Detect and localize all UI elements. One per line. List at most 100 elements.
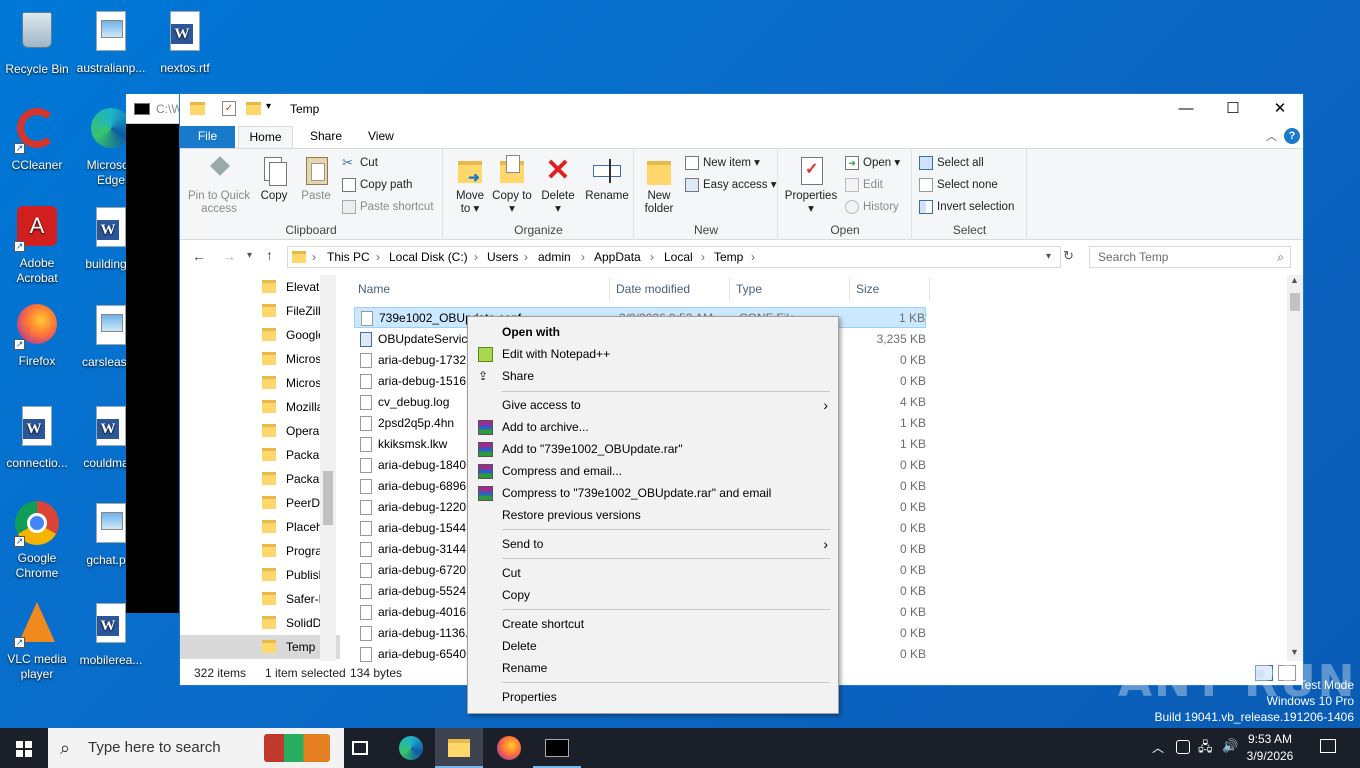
customize-qat-icon[interactable]: ▾: [266, 101, 271, 112]
column-size[interactable]: Size: [852, 277, 930, 301]
close-button[interactable]: ✕: [1257, 94, 1303, 124]
desktop-icon-adobe[interactable]: A ↗ Adobe Acrobat: [0, 204, 74, 286]
tab-view[interactable]: View: [354, 126, 408, 148]
copy-icon: [258, 155, 290, 187]
menu-rename[interactable]: Rename: [468, 657, 838, 679]
up-arrow-icon[interactable]: ↑: [266, 247, 273, 263]
menu-delete[interactable]: Delete: [468, 635, 838, 657]
invert-selection-button[interactable]: Invert selection: [917, 197, 1014, 217]
paste-button[interactable]: Paste: [296, 155, 336, 203]
tray-chevron-icon[interactable]: ︿: [1152, 739, 1164, 756]
taskbar-clock[interactable]: 9:53 AM 3/9/2026: [1240, 731, 1300, 765]
desktop-icon-firefox[interactable]: ↗ Firefox: [0, 302, 74, 369]
refresh-icon[interactable]: ↻: [1063, 248, 1074, 264]
column-type[interactable]: Type: [732, 277, 850, 301]
address-box[interactable]: › This PC › Local Disk (C:) › Users › ad…: [287, 246, 1061, 268]
breadcrumb-local[interactable]: Local: [664, 247, 693, 267]
cmd-window[interactable]: [126, 94, 181, 613]
minimize-button[interactable]: —: [1163, 94, 1209, 124]
breadcrumb-users[interactable]: Users: [487, 247, 518, 267]
history-button[interactable]: History: [843, 197, 899, 217]
folder-icon: [262, 520, 276, 533]
desktop-icon-vlc[interactable]: ↗ VLC media player: [0, 600, 74, 682]
edit-button[interactable]: Edit: [843, 175, 883, 195]
notification-icon[interactable]: [1320, 739, 1336, 753]
recent-chevron-icon[interactable]: ▾: [247, 250, 252, 261]
breadcrumb-appdata[interactable]: AppData: [594, 247, 641, 267]
desktop-icon-ccleaner[interactable]: ↗ CCleaner: [0, 106, 74, 173]
nav-scroll-thumb[interactable]: [323, 471, 333, 525]
menu-restore-previous[interactable]: Restore previous versions: [468, 504, 838, 526]
copy-button[interactable]: Copy: [254, 155, 294, 203]
nav-item-temp[interactable]: Temp: [180, 635, 340, 659]
desktop-icon-chrome[interactable]: ↗ Google Chrome: [0, 500, 74, 581]
taskbar-firefox[interactable]: [485, 728, 533, 768]
rename-button[interactable]: Rename: [584, 155, 630, 203]
breadcrumb-this-pc[interactable]: This PC: [327, 247, 370, 267]
taskbar-search-input[interactable]: ⌕ Type here to search: [48, 728, 344, 768]
new-item-button[interactable]: New item ▾: [683, 153, 760, 173]
tab-share[interactable]: Share: [296, 126, 356, 148]
breadcrumb-temp[interactable]: Temp: [714, 247, 743, 267]
scroll-up-icon[interactable]: ▲: [1290, 275, 1299, 285]
desktop-icon-australianp[interactable]: australianp...: [74, 8, 148, 76]
properties-quick-icon[interactable]: ✓: [222, 101, 236, 116]
menu-add-to-rar[interactable]: Add to "739e1002_OBUpdate.rar": [468, 438, 838, 460]
breadcrumb-local-disk[interactable]: Local Disk (C:): [389, 247, 468, 267]
tab-file[interactable]: File: [180, 126, 235, 148]
select-none-button[interactable]: Select none: [917, 175, 998, 195]
menu-copy[interactable]: Copy: [468, 584, 838, 606]
copy-path-button[interactable]: Copy path: [340, 175, 412, 195]
breadcrumb-admin[interactable]: admin: [538, 247, 571, 267]
menu-create-shortcut[interactable]: Create shortcut: [468, 613, 838, 635]
pin-quick-access-button[interactable]: Pin to Quick access: [186, 155, 252, 216]
menu-add-to-archive[interactable]: Add to archive...: [468, 416, 838, 438]
new-folder-button[interactable]: New folder: [639, 155, 679, 216]
menu-properties[interactable]: Properties: [468, 686, 838, 708]
start-button[interactable]: [0, 728, 48, 768]
new-folder-quick-icon[interactable]: [246, 102, 261, 115]
move-to-button[interactable]: ➜ Move to ▾: [450, 155, 490, 216]
collapse-ribbon-icon[interactable]: ︿: [1266, 128, 1277, 144]
properties-button[interactable]: ✓ Properties ▾: [783, 155, 839, 216]
title-bar[interactable]: ✓ ▾ Temp — ☐ ✕: [180, 94, 1303, 124]
tray-device-icon[interactable]: [1176, 740, 1190, 754]
delete-button[interactable]: ✕ Delete ▾: [538, 155, 578, 216]
file-list-scrollbar[interactable]: ▲ ▼: [1287, 275, 1303, 661]
menu-edit-notepadpp[interactable]: Edit with Notepad++: [468, 343, 838, 365]
menu-cut[interactable]: Cut: [468, 562, 838, 584]
back-arrow-icon[interactable]: ←: [192, 248, 206, 264]
scroll-thumb[interactable]: [1290, 293, 1300, 311]
cut-button[interactable]: ✂ Cut: [340, 153, 378, 173]
menu-compress-email[interactable]: Compress and email...: [468, 460, 838, 482]
address-dropdown-icon[interactable]: ▾: [1046, 247, 1051, 267]
menu-compress-to-rar-email[interactable]: Compress to "739e1002_OBUpdate.rar" and …: [468, 482, 838, 504]
maximize-button[interactable]: ☐: [1210, 94, 1256, 124]
task-view-button[interactable]: [336, 728, 384, 768]
tray-volume-icon[interactable]: 🔊: [1222, 738, 1238, 754]
column-date-modified[interactable]: Date modified: [612, 277, 730, 301]
search-input[interactable]: Search Temp ⌕: [1089, 246, 1291, 268]
desktop-icon-nextos[interactable]: W nextos.rtf: [148, 8, 222, 76]
menu-share[interactable]: ⇪ Share: [468, 365, 838, 387]
open-button[interactable]: ➜ Open ▾: [843, 153, 900, 173]
menu-send-to[interactable]: Send to ›: [468, 533, 838, 555]
select-all-button[interactable]: Select all: [917, 153, 984, 173]
paste-shortcut-button[interactable]: Paste shortcut: [340, 197, 434, 217]
easy-access-button[interactable]: Easy access ▾: [683, 175, 777, 195]
menu-give-access[interactable]: Give access to ›: [468, 394, 838, 416]
column-name[interactable]: Name: [354, 277, 610, 301]
menu-open-with[interactable]: Open with: [468, 321, 838, 343]
desktop-icon-connectio[interactable]: W connectio...: [0, 403, 74, 471]
help-icon[interactable]: ?: [1284, 128, 1300, 144]
taskbar-cmd[interactable]: [533, 728, 581, 768]
copy-to-button[interactable]: Copy to ▾: [492, 155, 532, 216]
desktop-icon-recycle-bin[interactable]: Recycle Bin: [0, 8, 74, 77]
cmd-titlebar[interactable]: C:\W: [126, 94, 183, 124]
taskbar-file-explorer[interactable]: [435, 728, 483, 768]
nav-scrollbar[interactable]: [320, 275, 336, 661]
taskbar-edge[interactable]: [387, 728, 435, 768]
tray-network-icon[interactable]: 🖧: [1198, 738, 1213, 760]
tab-home[interactable]: Home: [238, 126, 293, 148]
forward-arrow-icon[interactable]: →: [222, 248, 236, 264]
